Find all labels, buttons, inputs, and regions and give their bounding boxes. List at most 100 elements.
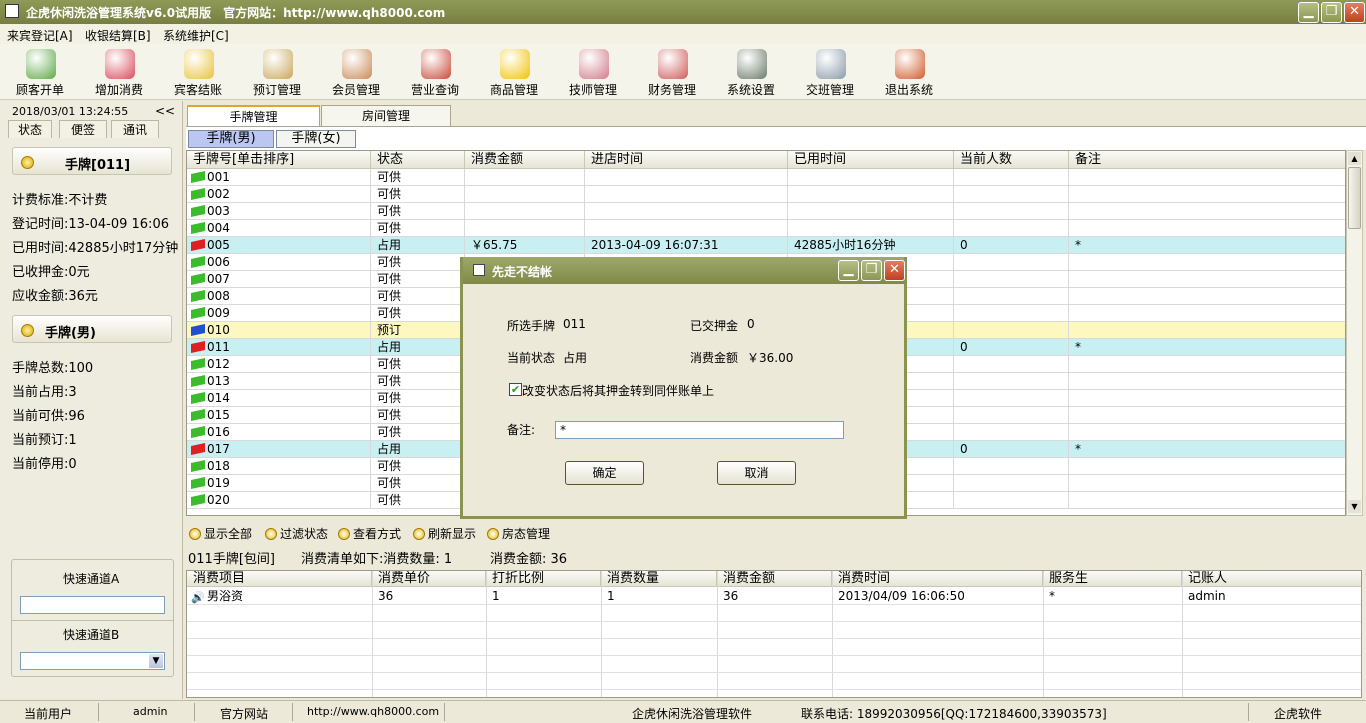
note-input[interactable]: *: [555, 421, 844, 439]
toolbar-button-9[interactable]: 系统设置: [711, 44, 791, 100]
header-unit-price[interactable]: 消费单价: [372, 571, 486, 587]
header-elapsed[interactable]: 已用时间: [788, 151, 954, 169]
scroll-down-icon[interactable]: ▼: [1348, 500, 1361, 513]
alarm-clock-icon[interactable]: [263, 49, 293, 79]
ok-button[interactable]: 确定: [565, 461, 644, 485]
cell-text: 可供: [377, 391, 402, 405]
menu-guest-register[interactable]: 来宾登记[A]: [7, 27, 73, 44]
deposit-value: 0: [747, 317, 755, 331]
header-waiter[interactable]: 服务生: [1043, 571, 1182, 587]
header-discount[interactable]: 打折比例: [486, 571, 601, 587]
quick-b-select[interactable]: ▼: [20, 652, 165, 670]
header-quantity[interactable]: 消费数量: [601, 571, 717, 587]
toolbar-button-1[interactable]: 增加消费: [79, 44, 159, 100]
header-note[interactable]: 备注: [1069, 151, 1345, 169]
action-dot-icon: [413, 528, 425, 540]
toolbar-button-11[interactable]: 退出系统: [869, 44, 949, 100]
scroll-thumb[interactable]: [1348, 167, 1361, 229]
toolbar-button-8[interactable]: 财务管理: [632, 44, 712, 100]
settings-icon[interactable]: [737, 49, 767, 79]
toolbar-button-7[interactable]: 技师管理: [553, 44, 633, 100]
exit-icon[interactable]: [895, 49, 925, 79]
header-amount[interactable]: 消费金额: [465, 151, 585, 169]
toolbar-button-label: 交班管理: [805, 83, 854, 97]
table-row[interactable]: 004 可供: [187, 220, 1345, 237]
minimize-button[interactable]: ▁: [1298, 2, 1319, 23]
finance-icon[interactable]: [658, 49, 688, 79]
tab-contact[interactable]: 通讯: [111, 120, 159, 138]
query-icon[interactable]: [421, 49, 451, 79]
cell-text: 0: [960, 340, 968, 354]
transfer-deposit-checkbox[interactable]: ✔: [509, 383, 522, 396]
tab-status[interactable]: 状态: [8, 120, 52, 138]
tab-handtag-management[interactable]: 手牌管理: [187, 105, 320, 127]
subtab-strip: 手牌(男) 手牌(女): [186, 126, 1366, 150]
show-all-button[interactable]: 显示全部: [189, 525, 252, 542]
cancel-button[interactable]: 取消: [717, 461, 796, 485]
table-row[interactable]: 003 可供: [187, 203, 1345, 220]
table-cell: [788, 220, 954, 237]
chevron-down-icon[interactable]: ▼: [149, 654, 163, 668]
refresh-button[interactable]: 刷新显示: [413, 525, 476, 542]
header-checkin-time[interactable]: 进店时间: [585, 151, 788, 169]
header-amount[interactable]: 消费金额: [717, 571, 832, 587]
toolbar-button-4[interactable]: 会员管理: [316, 44, 396, 100]
toolbar-button-10[interactable]: 交班管理: [790, 44, 870, 100]
vertical-scrollbar[interactable]: ▲ ▼: [1346, 150, 1363, 516]
header-people[interactable]: 当前人数: [954, 151, 1069, 169]
technicians-icon[interactable]: [579, 49, 609, 79]
cell-text: 018: [207, 459, 230, 473]
tab-notes[interactable]: 便签: [59, 120, 107, 138]
dialog-close-button[interactable]: ✕: [884, 260, 905, 281]
amount-label: 消费金额: [690, 351, 739, 365]
toolbar-button-3[interactable]: 预订管理: [237, 44, 317, 100]
dialog-minimize-button[interactable]: ▁: [838, 260, 859, 281]
toolbar-button-2[interactable]: 宾客结账: [158, 44, 238, 100]
add-consumption-icon[interactable]: [105, 49, 135, 79]
table-cell: 020: [187, 492, 371, 509]
tab-room-management[interactable]: 房间管理: [321, 105, 451, 127]
toolbar-button-0[interactable]: 顾客开单: [0, 44, 80, 100]
quick-a-input[interactable]: [20, 596, 165, 614]
header-time[interactable]: 消费时间: [832, 571, 1043, 587]
table-cell: [585, 169, 788, 186]
room-status-button[interactable]: 房态管理: [487, 525, 550, 542]
subtab-female[interactable]: 手牌(女): [276, 130, 356, 148]
maximize-button[interactable]: ❐: [1321, 2, 1342, 23]
menu-system[interactable]: 系统维护[C]: [163, 27, 229, 44]
table-cell: 占用: [371, 237, 465, 254]
menu-cashier[interactable]: 收银结算[B]: [85, 27, 151, 44]
filter-status-button[interactable]: 过滤状态: [265, 525, 328, 542]
header-tag-number[interactable]: 手牌号[单击排序]: [187, 151, 371, 169]
main-tabs: 手牌管理 房间管理: [185, 101, 1366, 127]
action-dot-icon: [189, 528, 201, 540]
view-mode-button[interactable]: 查看方式: [338, 525, 401, 542]
deposit-label: 已交押金: [690, 319, 739, 333]
table-cell: 可供: [371, 373, 465, 390]
header-status[interactable]: 状态: [371, 151, 465, 169]
handshake-icon[interactable]: [816, 49, 846, 79]
checkout-icon[interactable]: [184, 49, 214, 79]
header-bookkeeper[interactable]: 记账人: [1182, 571, 1361, 587]
scroll-up-icon[interactable]: ▲: [1348, 152, 1361, 165]
table-cell: [954, 492, 1069, 509]
consumption-total: 消费金额: 36: [490, 552, 568, 567]
dialog-maximize-button[interactable]: ❐: [861, 260, 882, 281]
header-item[interactable]: 消费项目: [187, 571, 372, 587]
close-button[interactable]: ✕: [1344, 2, 1365, 23]
toolbar-button-5[interactable]: 营业查询: [395, 44, 475, 100]
action-bar: 显示全部 过滤状态 查看方式 刷新显示 房态管理: [186, 522, 1366, 544]
state-value: 占用: [563, 351, 588, 365]
table-row[interactable]: 002 可供: [187, 186, 1345, 203]
table-row[interactable]: 005 占用 ￥65.75 2013-04-09 16:07:31 42885小时16分…: [187, 237, 1345, 254]
table-row[interactable]: 001 可供: [187, 169, 1345, 186]
toolbar-button-6[interactable]: 商品管理: [474, 44, 554, 100]
star-icon[interactable]: [500, 49, 530, 79]
members-icon[interactable]: [342, 49, 372, 79]
subtab-male[interactable]: 手牌(男): [188, 130, 274, 148]
cell-text: 占用: [377, 340, 402, 354]
website-link[interactable]: http://www.qh8000.com: [307, 705, 439, 718]
app-icon: [5, 4, 19, 18]
collapse-button[interactable]: <<: [155, 104, 175, 118]
customer-icon[interactable]: [26, 49, 56, 79]
